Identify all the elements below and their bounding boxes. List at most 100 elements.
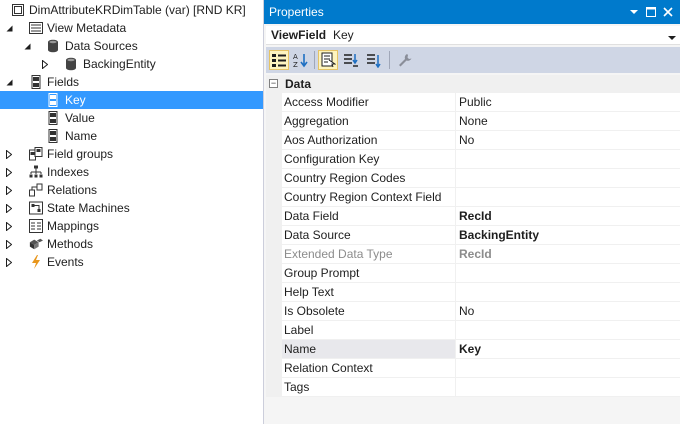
property-name[interactable]: Group Prompt	[282, 264, 456, 283]
sort-alphabetical-icon[interactable]: A Z	[291, 50, 311, 70]
collapsed-arrow-icon[interactable]	[4, 199, 14, 217]
field-icon	[46, 93, 60, 107]
row-gutter	[266, 283, 282, 302]
property-row[interactable]: Extended Data Type RecId	[266, 245, 680, 264]
events-view-icon[interactable]	[341, 50, 361, 70]
property-row[interactable]: Label	[266, 321, 680, 340]
property-value[interactable]: Public	[456, 93, 680, 112]
property-value[interactable]: BackingEntity	[456, 226, 680, 245]
property-grid[interactable]: − Data Access Modifier Public Aggregation N…	[266, 75, 680, 397]
tree-item-fields[interactable]: Fields	[0, 73, 263, 91]
properties-toolbar: A Z	[266, 47, 680, 73]
property-value[interactable]: No	[456, 302, 680, 321]
property-row[interactable]: Country Region Context Field	[266, 188, 680, 207]
property-value[interactable]	[456, 150, 680, 169]
property-name[interactable]: Aos Authorization	[282, 131, 456, 150]
tree-item-indexes[interactable]: Indexes	[0, 163, 263, 181]
property-name[interactable]: Country Region Context Field	[282, 188, 456, 207]
tree-item-view-metadata[interactable]: View Metadata	[0, 19, 263, 37]
wrench-icon[interactable]	[395, 50, 415, 70]
tree-item-events[interactable]: Events	[0, 253, 263, 271]
chevron-down-icon[interactable]	[668, 31, 676, 40]
collapsed-arrow-icon[interactable]	[4, 163, 14, 181]
tree-item-key[interactable]: Key	[0, 91, 263, 109]
solution-tree[interactable]: DimAttributeKRDimTable (var) [RND KR] Vie…	[0, 0, 263, 424]
property-description-area	[266, 397, 680, 424]
property-row[interactable]: Country Region Codes	[266, 169, 680, 188]
property-name[interactable]: Data Field	[282, 207, 456, 226]
property-value[interactable]	[456, 264, 680, 283]
property-name[interactable]: Country Region Codes	[282, 169, 456, 188]
collapsed-arrow-icon[interactable]	[4, 235, 14, 253]
property-name[interactable]: Configuration Key	[282, 150, 456, 169]
collapse-icon[interactable]: −	[269, 79, 278, 88]
property-value[interactable]: RecId	[456, 245, 680, 264]
collapsed-arrow-icon[interactable]	[4, 145, 14, 163]
property-value[interactable]: No	[456, 131, 680, 150]
row-gutter	[266, 169, 282, 188]
tree-item-state-machines[interactable]: State Machines	[0, 199, 263, 217]
property-row[interactable]: Access Modifier Public	[266, 93, 680, 112]
property-name[interactable]: Extended Data Type	[282, 245, 456, 264]
property-value[interactable]: None	[456, 112, 680, 131]
property-name[interactable]: Is Obsolete	[282, 302, 456, 321]
property-value[interactable]	[456, 169, 680, 188]
property-row[interactable]: Name Key	[266, 340, 680, 359]
property-row[interactable]: Help Text	[266, 283, 680, 302]
collapsed-arrow-icon[interactable]	[4, 217, 14, 235]
property-row[interactable]: Data Field RecId	[266, 207, 680, 226]
collapsed-arrow-icon[interactable]	[40, 55, 50, 73]
property-row[interactable]: Aos Authorization No	[266, 131, 680, 150]
tree-item-data-sources[interactable]: Data Sources	[0, 37, 263, 55]
object-selector[interactable]: ViewField Key	[266, 26, 680, 45]
sort-descending-icon[interactable]	[364, 50, 384, 70]
database-icon	[64, 57, 78, 71]
tree-item-value[interactable]: Value	[0, 109, 263, 127]
tree-item-mappings[interactable]: Mappings	[0, 217, 263, 235]
property-name[interactable]: Data Source	[282, 226, 456, 245]
property-value[interactable]	[456, 378, 680, 397]
categorized-icon[interactable]	[269, 50, 289, 70]
property-name[interactable]: Tags	[282, 378, 456, 397]
property-row[interactable]: Tags	[266, 378, 680, 397]
property-value[interactable]: Key	[456, 340, 680, 359]
property-name[interactable]: Aggregation	[282, 112, 456, 131]
expanded-arrow-icon[interactable]	[4, 19, 14, 37]
property-name[interactable]: Name	[282, 340, 456, 359]
property-name[interactable]: Help Text	[282, 283, 456, 302]
property-name[interactable]: Relation Context	[282, 359, 456, 378]
property-value[interactable]	[456, 359, 680, 378]
collapsed-arrow-icon[interactable]	[4, 253, 14, 271]
property-name[interactable]: Label	[282, 321, 456, 340]
property-value[interactable]	[456, 188, 680, 207]
property-row[interactable]: Group Prompt	[266, 264, 680, 283]
tree-item-dimattributekrdimtable-var-rnd-kr[interactable]: DimAttributeKRDimTable (var) [RND KR]	[0, 1, 263, 19]
property-row[interactable]: Aggregation None	[266, 112, 680, 131]
tree-item-relations[interactable]: Relations	[0, 181, 263, 199]
property-name[interactable]: Access Modifier	[282, 93, 456, 112]
category-header[interactable]: − Data	[266, 75, 680, 93]
expanded-arrow-icon[interactable]	[4, 73, 14, 91]
field-groups-icon	[29, 147, 43, 161]
row-gutter	[266, 321, 282, 340]
property-row[interactable]: Data Source BackingEntity	[266, 226, 680, 245]
property-row[interactable]: Configuration Key	[266, 150, 680, 169]
property-row[interactable]: Relation Context	[266, 359, 680, 378]
tree-item-label: Field groups	[47, 147, 114, 161]
tree-item-methods[interactable]: Methods	[0, 235, 263, 253]
property-value[interactable]	[456, 283, 680, 302]
tree-item-backingentity[interactable]: BackingEntity	[0, 55, 263, 73]
property-value[interactable]: RecId	[456, 207, 680, 226]
object-name: ViewField	[271, 28, 327, 42]
property-value[interactable]	[456, 321, 680, 340]
expanded-arrow-icon[interactable]	[22, 37, 32, 55]
properties-view-icon[interactable]	[318, 50, 338, 70]
tree-item-label: BackingEntity	[83, 57, 156, 71]
maximize-icon[interactable]	[644, 5, 658, 19]
collapsed-arrow-icon[interactable]	[4, 181, 14, 199]
tree-item-field-groups[interactable]: Field groups	[0, 145, 263, 163]
property-row[interactable]: Is Obsolete No	[266, 302, 680, 321]
tree-item-name[interactable]: Name	[0, 127, 263, 145]
window-position-dropdown-icon[interactable]	[627, 5, 641, 19]
close-icon[interactable]	[661, 5, 675, 19]
